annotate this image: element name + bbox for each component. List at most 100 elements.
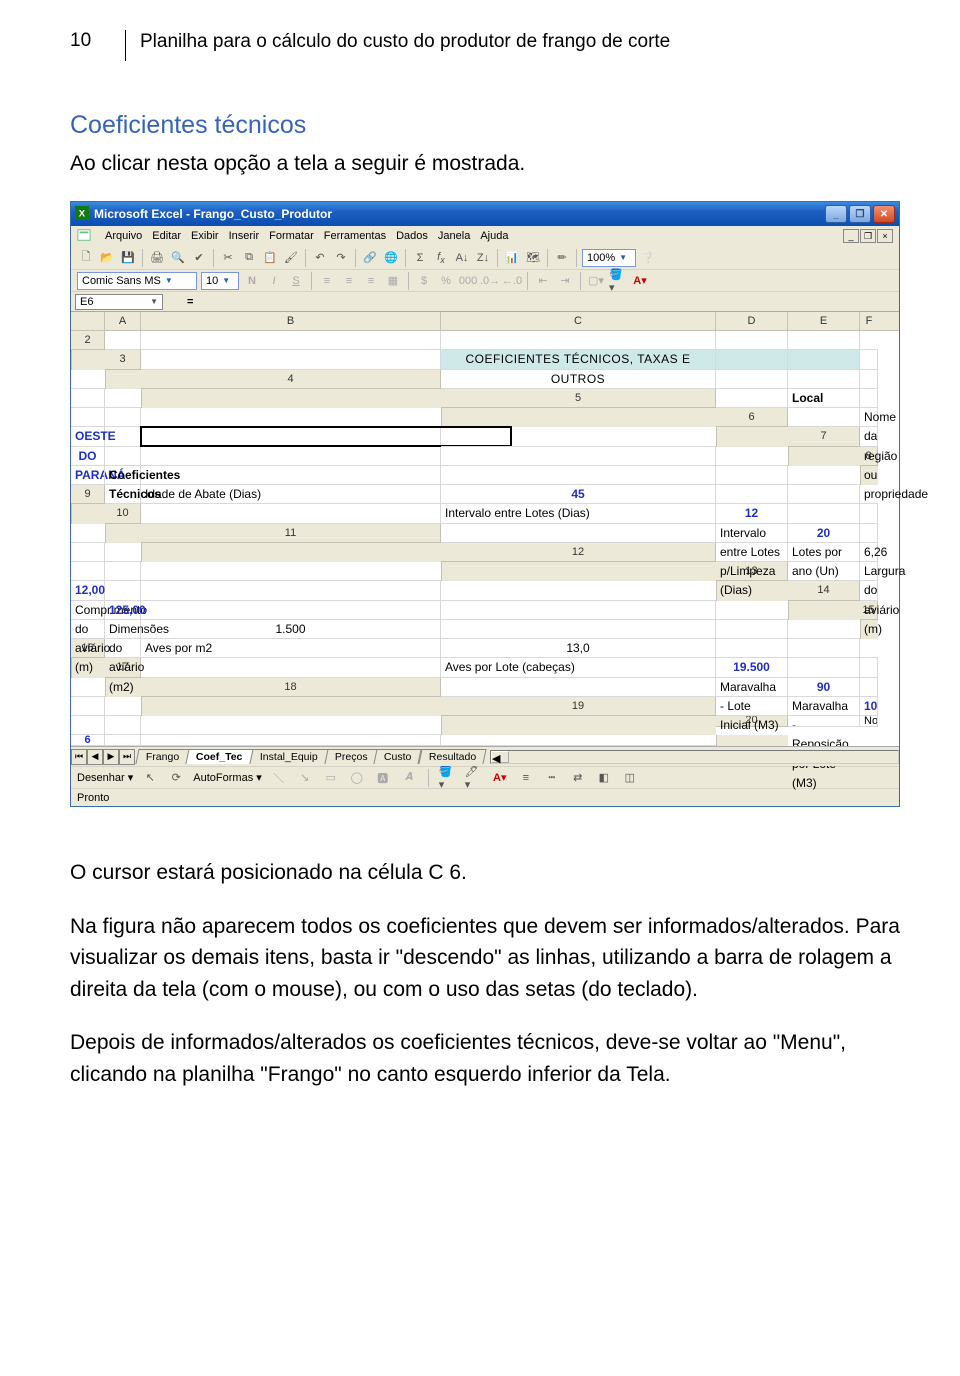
col-D[interactable]: D <box>716 312 788 330</box>
cell[interactable] <box>141 735 441 746</box>
sheet-tab[interactable]: Instal_Equip <box>249 749 328 764</box>
cell-value[interactable]: 13,0 <box>441 639 716 658</box>
cell-label[interactable] <box>141 331 441 350</box>
menu-arquivo[interactable]: Arquivo <box>105 230 142 242</box>
font-color-icon[interactable]: A▾ <box>631 272 649 290</box>
cell-value[interactable] <box>105 447 141 466</box>
cell-label[interactable]: Nome da região ou propriedade <box>860 408 878 427</box>
cell[interactable] <box>141 581 441 600</box>
cell[interactable] <box>860 524 878 543</box>
vertical-scrollbar[interactable] <box>441 562 716 581</box>
font-name-combo[interactable]: Comic Sans MS▼ <box>77 272 197 290</box>
cell[interactable] <box>788 466 860 485</box>
cell-label[interactable] <box>716 370 788 389</box>
format-painter-icon[interactable]: 🖌 <box>282 249 300 267</box>
cell[interactable] <box>71 562 105 581</box>
cell[interactable] <box>71 620 105 639</box>
row-header[interactable]: 9 <box>71 485 105 504</box>
cell[interactable] <box>105 389 141 408</box>
font-size-combo[interactable]: 10▼ <box>201 272 239 290</box>
menu-ferramentas[interactable]: Ferramentas <box>324 230 386 242</box>
cell-label[interactable]: Dimensões do aviário (m2) <box>105 620 141 639</box>
vertical-scrollbar[interactable] <box>788 447 860 466</box>
cell[interactable] <box>860 678 878 697</box>
drawing-icon[interactable]: ✏ <box>553 249 571 267</box>
cell[interactable] <box>71 678 105 697</box>
mdi-restore-button[interactable]: ❐ <box>860 229 876 243</box>
increase-decimal-icon[interactable]: .0→ <box>481 272 499 290</box>
print-preview-icon[interactable]: 🔍 <box>169 249 187 267</box>
cell[interactable] <box>716 620 788 639</box>
col-B[interactable]: B <box>141 312 441 330</box>
row-header[interactable]: 11 <box>141 524 441 543</box>
cell-value[interactable]: 12,00 <box>71 581 105 600</box>
cell[interactable] <box>71 716 105 735</box>
cell[interactable] <box>860 504 878 523</box>
fill-color-icon[interactable]: 🪣▾ <box>609 272 627 290</box>
cell[interactable] <box>71 408 105 427</box>
row-header[interactable]: 4 <box>141 370 441 389</box>
cell[interactable] <box>716 601 788 620</box>
cell[interactable] <box>441 581 716 600</box>
close-button[interactable]: ✕ <box>873 205 895 223</box>
cell[interactable] <box>105 581 141 600</box>
cell[interactable] <box>141 504 441 523</box>
increase-indent-icon[interactable]: ⇥ <box>556 272 574 290</box>
cell-value[interactable] <box>860 389 878 408</box>
sheet-tab[interactable]: Preços <box>324 749 378 764</box>
col-C[interactable]: C <box>441 312 716 330</box>
dash-style-icon[interactable]: ┅ <box>543 769 561 787</box>
cell[interactable] <box>860 485 878 504</box>
chart-icon[interactable]: 📊 <box>503 249 521 267</box>
cell[interactable] <box>788 562 860 581</box>
cut-icon[interactable]: ✂ <box>219 249 237 267</box>
arrow-icon[interactable]: ↘ <box>296 769 314 787</box>
autosum-icon[interactable]: Σ <box>411 249 429 267</box>
cell-label[interactable]: Intervalo entre Lotes p/Limpeza (Dias) <box>716 524 788 543</box>
cell-label[interactable] <box>71 447 105 466</box>
cell[interactable] <box>441 735 716 746</box>
cell[interactable] <box>441 620 716 639</box>
vertical-scrollbar[interactable] <box>441 408 716 427</box>
cell-value[interactable]: 90 <box>788 678 860 697</box>
draw-menu[interactable]: Desenhar ▾ <box>77 771 133 784</box>
cell[interactable] <box>441 447 716 466</box>
row-header[interactable]: 6 <box>716 408 788 427</box>
cell[interactable] <box>860 331 878 350</box>
vertical-scrollbar[interactable] <box>105 524 141 543</box>
cell-value[interactable]: 1.500 <box>141 620 441 639</box>
col-A[interactable]: A <box>105 312 141 330</box>
cell[interactable] <box>71 370 105 389</box>
cell-value[interactable] <box>716 350 788 369</box>
cell-label[interactable]: Aves por m2 <box>141 639 441 658</box>
menu-editar[interactable]: Editar <box>152 230 181 242</box>
textbox-icon[interactable]: 🅰 <box>374 769 392 787</box>
spellcheck-icon[interactable]: ✔ <box>190 249 208 267</box>
rectangle-icon[interactable]: ▭ <box>322 769 340 787</box>
row-header[interactable]: 12 <box>441 543 716 562</box>
cell-value[interactable]: 125,00 <box>105 601 141 620</box>
cell-value[interactable] <box>441 331 716 350</box>
rows-area[interactable]: 23COEFICIENTES TÉCNICOS, TAXAS E OUTROS4… <box>71 331 899 746</box>
minimize-button[interactable]: _ <box>825 205 847 223</box>
zoom-combo[interactable]: 100%▼ <box>582 249 636 267</box>
cell[interactable] <box>860 350 878 369</box>
function-icon[interactable]: fx <box>432 249 450 267</box>
hyperlink-icon[interactable]: 🔗 <box>361 249 379 267</box>
cell-label[interactable]: Lotes por ano (Un) <box>788 543 860 562</box>
align-left-icon[interactable]: ≡ <box>318 272 336 290</box>
cell-label[interactable]: Comprimento do aviário (m) <box>71 601 105 620</box>
tab-next-button[interactable]: ▶ <box>103 749 119 765</box>
autoshapes-menu[interactable]: AutoFormas ▾ <box>193 771 262 784</box>
select-all-corner[interactable] <box>71 312 105 330</box>
maximize-button[interactable]: ❐ <box>849 205 871 223</box>
tab-prev-button[interactable]: ◀ <box>87 749 103 765</box>
horizontal-scrollbar[interactable]: ◀ <box>484 750 899 764</box>
cell-value[interactable] <box>788 370 860 389</box>
cell[interactable] <box>71 543 105 562</box>
undo-icon[interactable]: ↶ <box>311 249 329 267</box>
vertical-scrollbar[interactable] <box>716 735 788 746</box>
vertical-scrollbar[interactable] <box>441 716 716 735</box>
line-style-icon[interactable]: ≡ <box>517 769 535 787</box>
cell[interactable] <box>860 427 878 446</box>
